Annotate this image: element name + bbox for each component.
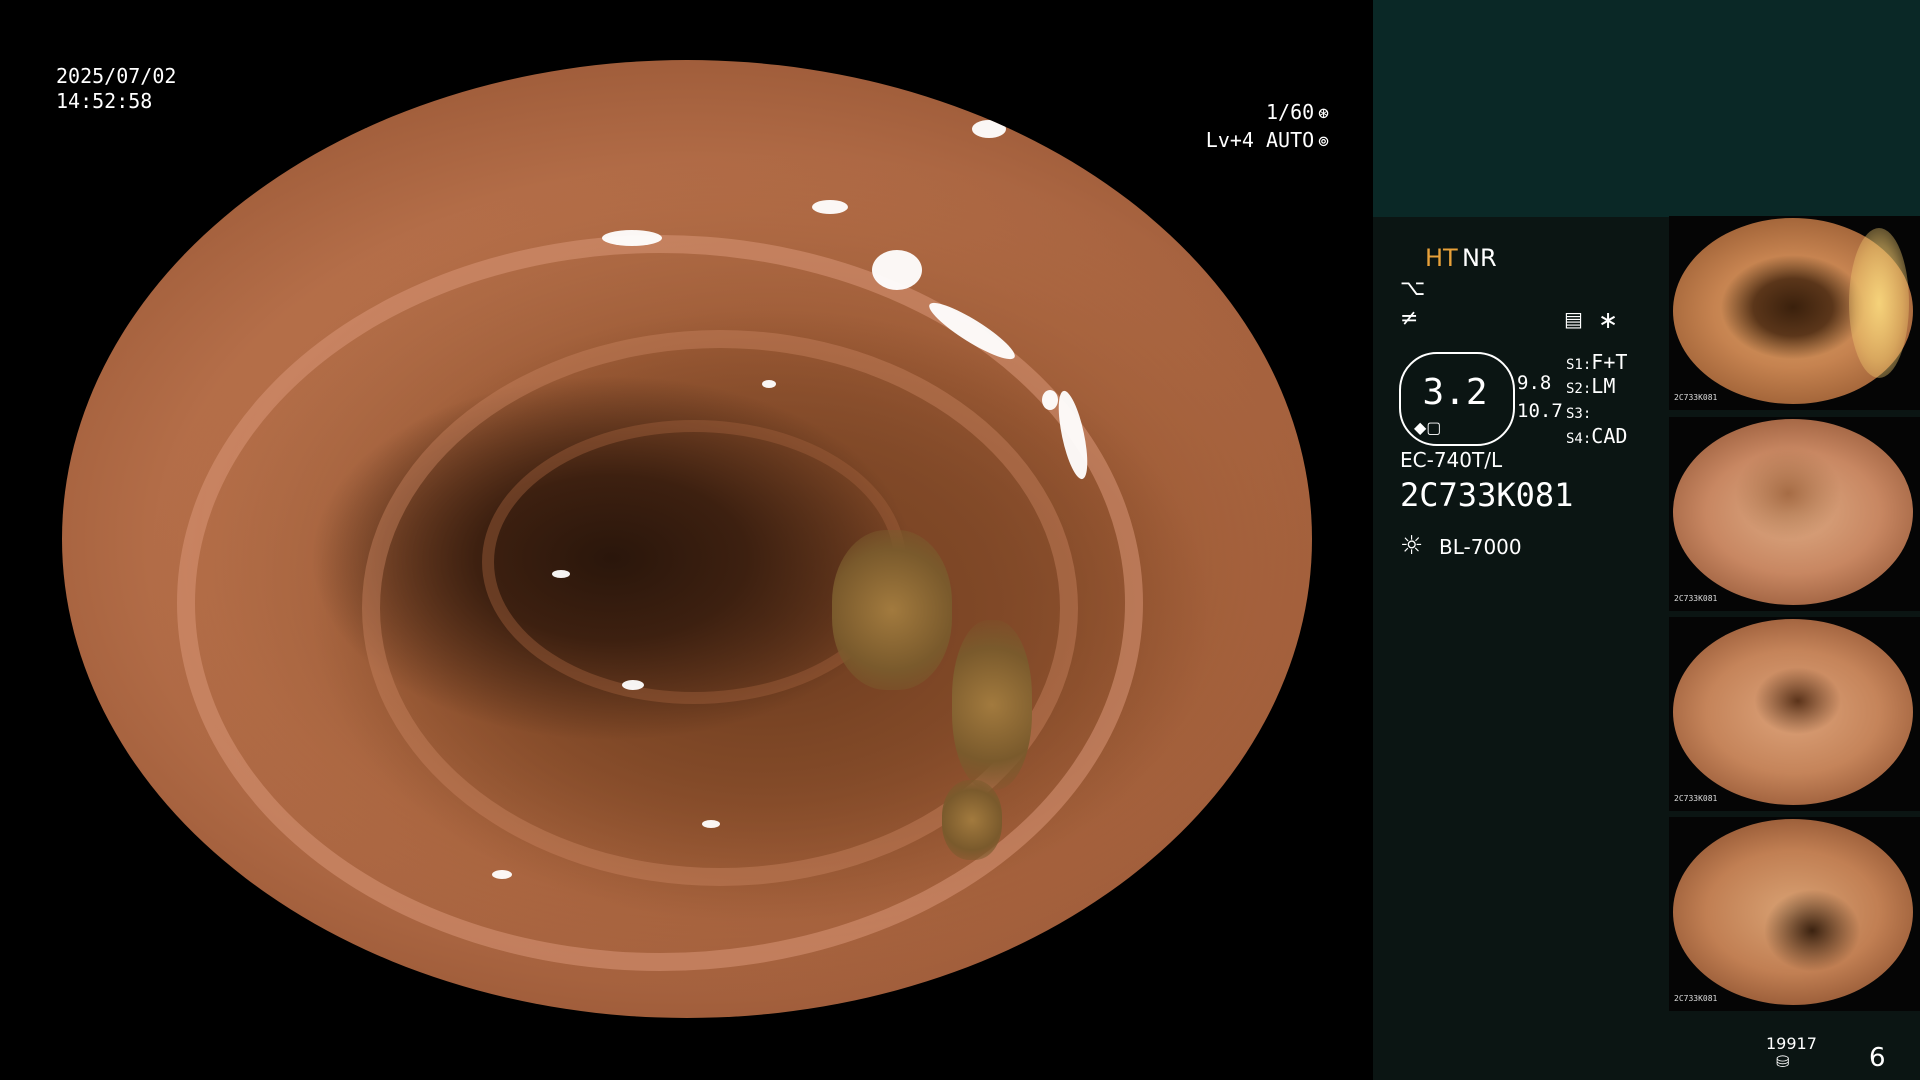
exposure-level-display: Lv+4 AUTO ⊚ [1109, 128, 1329, 152]
light-reflection [762, 380, 776, 388]
light-reflection [492, 870, 512, 879]
thumbnail-image [1673, 419, 1913, 605]
mode-nr-indicator: NR [1462, 244, 1497, 272]
setting-key: S4: [1566, 431, 1592, 447]
measure-value-b: 10.7 [1517, 400, 1563, 422]
setting-s1: S1:F+T [1566, 350, 1627, 374]
light-reflection [552, 570, 570, 578]
enhance-icon: ⌥ [1400, 276, 1426, 301]
light-bulb-icon: ☼ [1400, 531, 1424, 561]
thumbnail-caption: 2C733K081 [1674, 393, 1718, 402]
panel-header-block [1373, 0, 1920, 217]
zoom-value: 3.2 [1422, 372, 1488, 413]
thumbnail-image [1673, 218, 1913, 404]
thumbnail-caption: 2C733K081 [1674, 994, 1718, 1003]
light-source-model: BL-7000 [1439, 535, 1522, 559]
endoscope-image [62, 60, 1312, 1018]
frame-mask [62, 0, 1312, 60]
light-reflection [702, 820, 720, 828]
time-display: 14:52:58 [56, 89, 153, 113]
zoom-mode-icon: ◆▢ [1414, 418, 1442, 437]
setting-key: S2: [1566, 381, 1592, 397]
filter-icon: ≠ [1400, 306, 1419, 331]
aperture-icon: ⊛ [1318, 103, 1329, 124]
scope-serial: 2C733K081 [1400, 476, 1574, 514]
capture-thumbnail[interactable]: 2C733K081 [1669, 817, 1920, 1011]
capture-thumbnail[interactable]: 2C733K081 [1669, 617, 1920, 811]
setting-s4: S4:CAD [1566, 424, 1627, 448]
auto-exposure-icon: ⊚ [1318, 131, 1329, 152]
light-reflection [812, 200, 848, 214]
capture-thumbnail[interactable]: 2C733K081 [1669, 216, 1920, 410]
setting-key: S1: [1566, 357, 1592, 373]
shutter-value: 1/60 [1265, 100, 1315, 124]
setting-s3: S3: [1566, 399, 1591, 423]
light-reflection [872, 250, 922, 290]
setting-value: F+T [1591, 350, 1628, 374]
shutter-display: 1/60 ⊛ [1129, 100, 1329, 124]
settings-icon: ▤ [1564, 307, 1583, 331]
thumbnail-image [1673, 619, 1913, 805]
measure-value-a: 9.8 [1517, 372, 1552, 394]
thumbnail-image [1673, 819, 1913, 1005]
date-display: 2025/07/02 [56, 64, 177, 88]
light-reflection [972, 120, 1006, 138]
light-reflection [602, 230, 662, 246]
light-reflection [1042, 390, 1058, 410]
database-icon: ⛁ [1776, 1052, 1790, 1071]
capture-thumbnail[interactable]: 2C733K081 [1669, 417, 1920, 611]
scope-model: EC-740T/L [1400, 448, 1503, 472]
mode-ht-indicator: HT [1425, 244, 1458, 272]
debris [952, 620, 1032, 790]
image-count: 19917 [1766, 1034, 1817, 1053]
page-number: 6 [1869, 1043, 1886, 1073]
setting-value: CAD [1591, 424, 1628, 448]
debris [832, 530, 952, 690]
setting-key: S3: [1566, 406, 1592, 422]
light-reflection [622, 680, 644, 690]
setting-s2: S2:LM [1566, 374, 1615, 398]
star-icon: ∗ [1598, 306, 1619, 334]
thumbnail-caption: 2C733K081 [1674, 794, 1718, 803]
thumbnail-caption: 2C733K081 [1674, 594, 1718, 603]
setting-value: LM [1591, 374, 1616, 398]
thumbnail-glare [1849, 228, 1909, 378]
debris [942, 780, 1002, 860]
frame-mask [62, 1018, 1312, 1080]
exposure-level-value: Lv+4 AUTO [1205, 128, 1315, 152]
